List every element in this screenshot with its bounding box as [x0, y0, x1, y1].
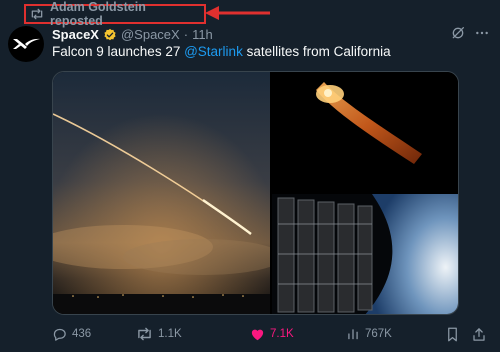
- tweet-header: SpaceX @SpaceX · 11h: [52, 27, 213, 42]
- author-handle[interactable]: @SpaceX: [121, 27, 180, 42]
- share-icon: [472, 327, 486, 342]
- share-button[interactable]: [472, 327, 486, 342]
- tweet-text-end: satellites from California: [242, 44, 391, 59]
- tweet-actions: 436 1.1K 7.1K 767K: [52, 324, 492, 344]
- separator-dot: ·: [183, 27, 189, 42]
- heart-icon: [250, 327, 265, 341]
- tweet-text: Falcon 9 launches 27 @Starlink satellite…: [52, 44, 391, 59]
- tweet-page: Adam Goldstein reposted SpaceX @SpaceX ·…: [0, 0, 500, 352]
- reply-button[interactable]: 436: [52, 327, 91, 342]
- verified-badge-icon: [103, 28, 117, 42]
- header-actions: [450, 25, 490, 41]
- starlink-satellites-over-earth-image[interactable]: [272, 194, 458, 314]
- repost-count: 1.1K: [158, 328, 182, 340]
- like-button[interactable]: 7.1K: [250, 327, 294, 341]
- rocket-launch-night-sky-image[interactable]: [53, 72, 270, 314]
- repost-indicator[interactable]: Adam Goldstein reposted: [24, 0, 206, 28]
- tweet-time[interactable]: 11h: [192, 27, 213, 42]
- spacex-logo-icon: [13, 38, 40, 49]
- bookmark-button[interactable]: [446, 327, 459, 342]
- author-avatar[interactable]: [8, 26, 44, 62]
- repost-icon: [136, 327, 153, 341]
- reply-count: 436: [72, 328, 92, 340]
- media-grid: [52, 71, 459, 315]
- repost-icon: [30, 8, 44, 20]
- like-count: 7.1K: [270, 328, 294, 340]
- views-button[interactable]: 767K: [346, 327, 392, 341]
- reply-icon: [52, 327, 67, 342]
- more-icon[interactable]: [474, 25, 490, 41]
- annotation-arrow-icon: [205, 6, 270, 20]
- rocket-plume-image[interactable]: [272, 72, 458, 192]
- views-icon: [346, 327, 360, 341]
- repost-button[interactable]: 1.1K: [136, 327, 182, 341]
- repost-text: Adam Goldstein reposted: [50, 0, 146, 28]
- bookmark-icon: [446, 327, 459, 342]
- author-name[interactable]: SpaceX: [52, 27, 99, 42]
- tweet-text-start: Falcon 9 launches 27: [52, 44, 185, 59]
- views-count: 767K: [365, 328, 392, 340]
- starlink-mention-link[interactable]: @Starlink: [184, 44, 243, 59]
- grok-icon[interactable]: [450, 25, 466, 41]
